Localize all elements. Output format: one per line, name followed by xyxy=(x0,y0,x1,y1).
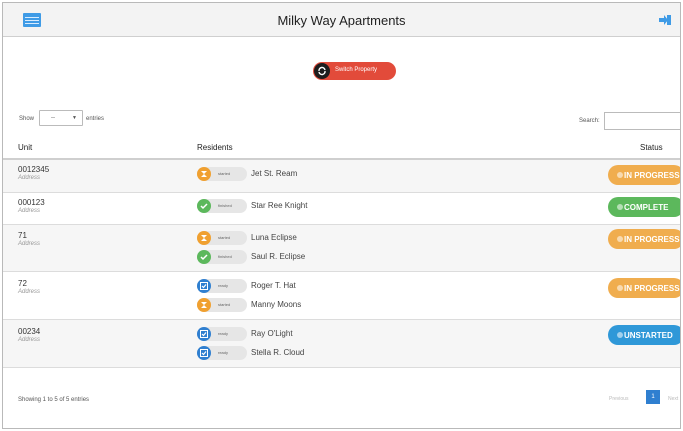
table-info: Showing 1 to 5 of 5 entries xyxy=(18,397,90,403)
column-header-residents[interactable]: Residents xyxy=(197,143,233,152)
table-row[interactable]: 00234 Address ready Ray O'Light ready St… xyxy=(3,320,680,368)
chevron-down-icon: ▼ xyxy=(72,115,77,121)
resident-state-pill: started xyxy=(197,298,247,312)
search-label: Search: xyxy=(579,118,600,124)
logout-icon[interactable] xyxy=(658,13,672,27)
resident-state-pill: finished xyxy=(197,250,247,264)
resident: finished Star Ree Knight xyxy=(197,199,397,213)
resident-state-pill: ready xyxy=(197,346,247,360)
resident-name: Luna Eclipse xyxy=(251,233,297,242)
resident-name: Saul R. Eclipse xyxy=(251,252,306,261)
unit-number: 71 xyxy=(18,231,27,240)
unit-address: Address xyxy=(18,241,41,247)
page-1-button[interactable]: 1 xyxy=(646,390,660,404)
table-row[interactable]: 0012345 Address started Jet St. Ream IN … xyxy=(3,160,680,193)
resident-state-label: started xyxy=(218,171,231,176)
hourglass-icon xyxy=(617,236,623,242)
resident-name: Manny Moons xyxy=(251,300,302,309)
entries-select-value: -- xyxy=(51,115,55,121)
status-label: IN PROGRESS xyxy=(624,284,680,293)
check-icon xyxy=(617,204,623,210)
checkbox-icon xyxy=(197,327,211,341)
circle-icon xyxy=(617,332,623,338)
unit-address: Address xyxy=(18,175,41,181)
unit-number: 000123 xyxy=(18,198,45,207)
checkbox-icon xyxy=(197,346,211,360)
table-row[interactable]: 000123 Address finished Star Ree Knight … xyxy=(3,193,680,225)
switch-property-button[interactable]: Switch Property xyxy=(313,62,396,80)
resident-state-pill: started xyxy=(197,167,247,181)
resident-state-pill: started xyxy=(197,231,247,245)
resident-name: Ray O'Light xyxy=(251,329,293,338)
status-label: UNSTARTED xyxy=(624,331,673,340)
column-header-unit[interactable]: Unit xyxy=(18,143,32,152)
hourglass-icon xyxy=(617,172,623,178)
table-row[interactable]: 71 Address started Luna Eclipse finished… xyxy=(3,225,680,272)
resident: ready Stella R. Cloud xyxy=(197,346,397,360)
hourglass-icon xyxy=(197,231,211,245)
resident: ready Roger T. Hat xyxy=(197,279,397,293)
hourglass-icon xyxy=(197,167,211,181)
unit-number: 72 xyxy=(18,279,27,288)
previous-page-button[interactable]: Previous xyxy=(609,396,628,402)
table-row[interactable]: 72 Address ready Roger T. Hat started Ma… xyxy=(3,272,680,320)
entries-label: entries xyxy=(86,116,105,122)
resident-state-pill: finished xyxy=(197,199,247,213)
resident-state-pill: ready xyxy=(197,327,247,341)
checkbox-icon xyxy=(197,279,211,293)
page-title: Milky Way Apartments xyxy=(277,13,406,28)
status-badge[interactable]: IN PROGRESS xyxy=(608,229,680,249)
search-input[interactable] xyxy=(604,112,680,130)
hourglass-icon xyxy=(197,298,211,312)
resident-state-label: ready xyxy=(218,283,229,288)
status-label: IN PROGRESS xyxy=(624,171,680,180)
check-icon xyxy=(197,250,211,264)
status-label: COMPLETE xyxy=(624,203,669,212)
unit-number: 0012345 xyxy=(18,165,50,174)
resident: ready Ray O'Light xyxy=(197,327,397,341)
status-badge[interactable]: IN PROGRESS xyxy=(608,278,680,298)
resident-name: Star Ree Knight xyxy=(251,201,308,210)
column-header-status[interactable]: Status xyxy=(640,143,663,152)
resident-state-label: ready xyxy=(218,350,229,355)
status-badge[interactable]: IN PROGRESS xyxy=(608,165,680,185)
unit-address: Address xyxy=(18,208,41,214)
entries-select[interactable]: -- ▼ xyxy=(39,110,83,126)
resident: started Manny Moons xyxy=(197,298,397,312)
resident-name: Jet St. Ream xyxy=(251,169,298,178)
resident-state-label: started xyxy=(218,235,231,240)
app-window: Milky Way Apartments Switch Property Sho… xyxy=(2,2,681,429)
resident: started Jet St. Ream xyxy=(197,167,397,181)
unit-number: 00234 xyxy=(18,327,41,336)
refresh-icon xyxy=(314,63,330,79)
status-badge[interactable]: COMPLETE xyxy=(608,197,680,217)
resident: started Luna Eclipse xyxy=(197,231,397,245)
resident-state-label: finished xyxy=(218,203,232,208)
next-page-button[interactable]: Next xyxy=(668,396,678,402)
hourglass-icon xyxy=(617,285,623,291)
resident-state-pill: ready xyxy=(197,279,247,293)
unit-address: Address xyxy=(18,337,41,343)
check-icon xyxy=(197,199,211,213)
top-bar: Milky Way Apartments xyxy=(3,3,680,37)
resident: finished Saul R. Eclipse xyxy=(197,250,397,264)
resident-state-label: ready xyxy=(218,331,229,336)
show-label: Show xyxy=(19,116,35,122)
switch-property-label: Switch Property xyxy=(335,67,378,73)
resident-name: Roger T. Hat xyxy=(251,281,296,290)
resident-state-label: started xyxy=(218,302,231,307)
unit-address: Address xyxy=(18,289,41,295)
resident-state-label: finished xyxy=(218,254,232,259)
status-badge[interactable]: UNSTARTED xyxy=(608,325,680,345)
status-label: IN PROGRESS xyxy=(624,235,680,244)
resident-name: Stella R. Cloud xyxy=(251,348,305,357)
